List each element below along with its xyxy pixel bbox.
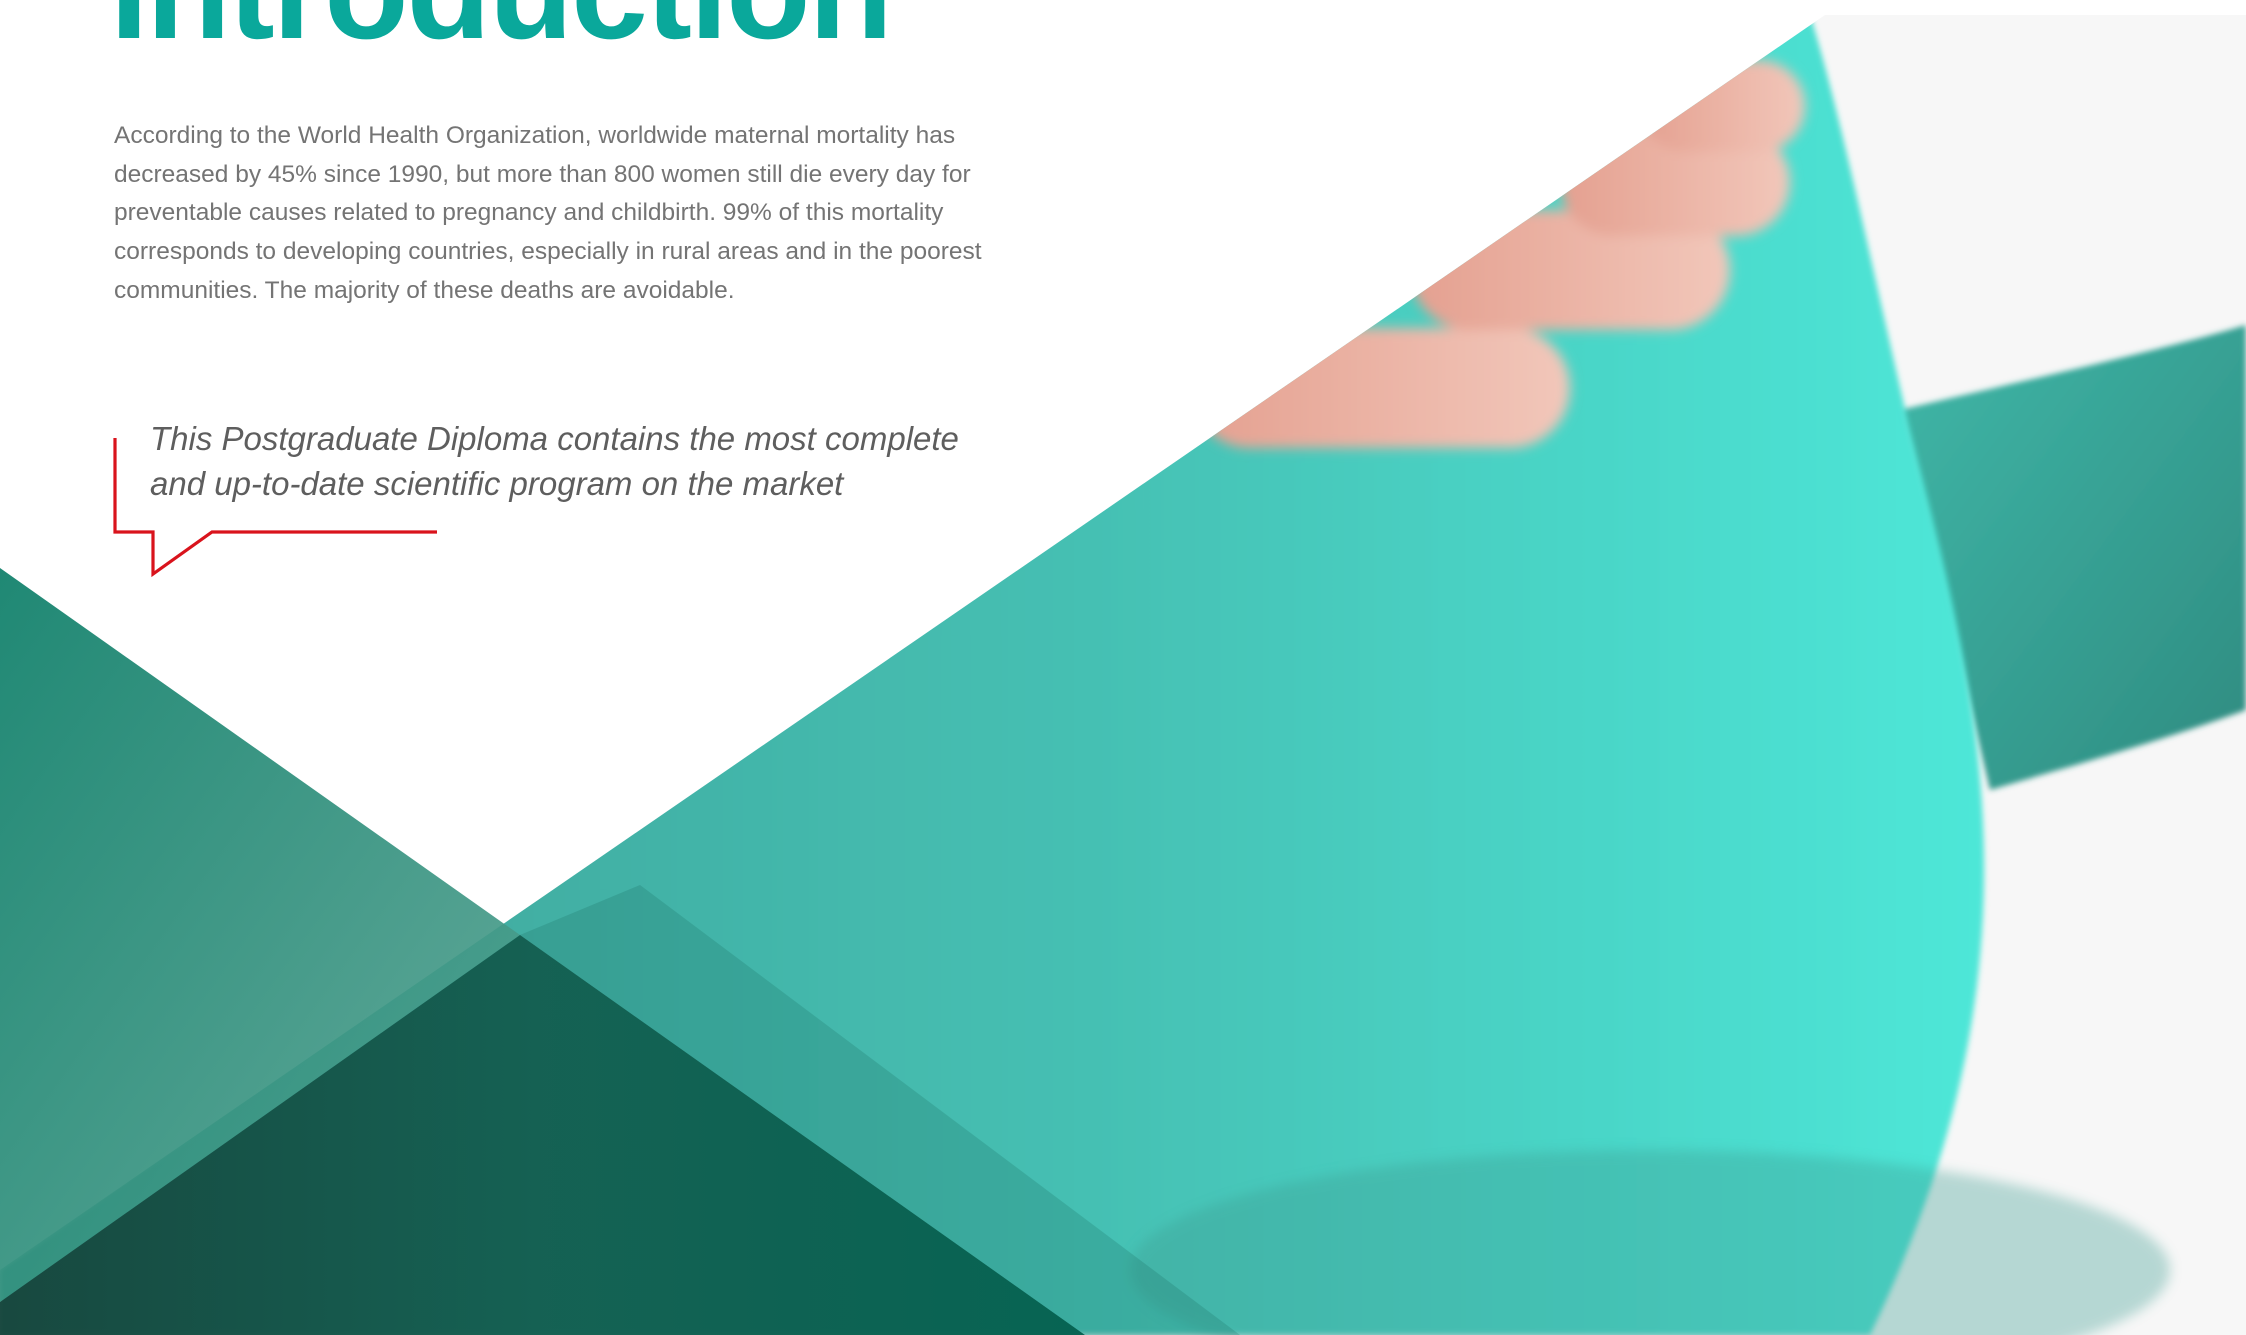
quote-text: This Postgraduate Diploma contains the m…: [150, 420, 959, 502]
quote-callout: This Postgraduate Diploma contains the m…: [112, 410, 992, 590]
intro-paragraph: According to the World Health Organizati…: [114, 122, 982, 304]
page-title: Introduction: [110, 0, 893, 60]
brochure-page: Introduction According to the World Heal…: [0, 0, 2246, 1335]
